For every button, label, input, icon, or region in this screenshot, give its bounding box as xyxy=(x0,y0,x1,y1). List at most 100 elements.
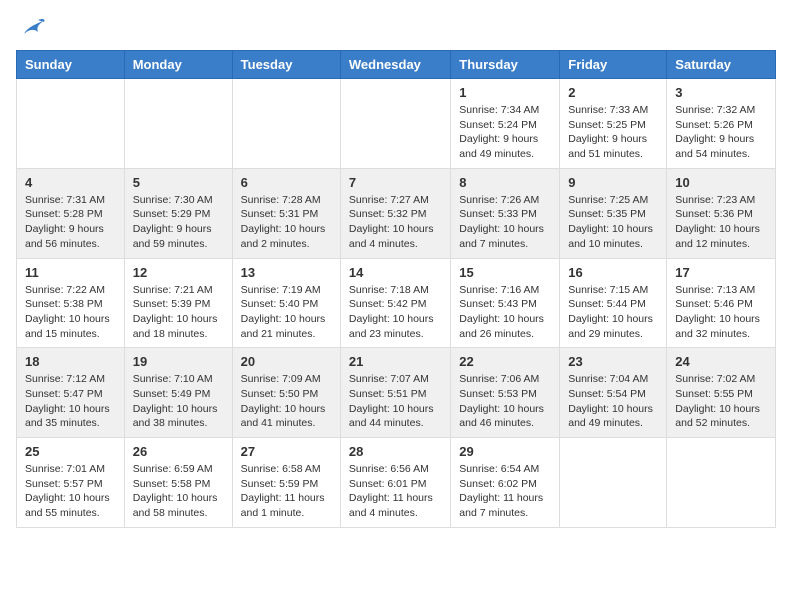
calendar-cell xyxy=(340,79,450,169)
day-number: 5 xyxy=(133,175,224,190)
weekday-header-sunday: Sunday xyxy=(17,51,125,79)
day-number: 26 xyxy=(133,444,224,459)
calendar-cell xyxy=(667,438,776,528)
day-info: Sunrise: 6:59 AM Sunset: 5:58 PM Dayligh… xyxy=(133,462,224,521)
weekday-header-wednesday: Wednesday xyxy=(340,51,450,79)
day-info: Sunrise: 7:12 AM Sunset: 5:47 PM Dayligh… xyxy=(25,372,116,431)
day-info: Sunrise: 7:18 AM Sunset: 5:42 PM Dayligh… xyxy=(349,283,442,342)
day-number: 4 xyxy=(25,175,116,190)
calendar-cell: 18 Sunrise: 7:12 AM Sunset: 5:47 PM Dayli… xyxy=(17,348,125,438)
calendar-cell: 13 Sunrise: 7:19 AM Sunset: 5:40 PM Dayli… xyxy=(232,258,340,348)
calendar-cell xyxy=(232,79,340,169)
weekday-header-thursday: Thursday xyxy=(451,51,560,79)
calendar-cell xyxy=(560,438,667,528)
calendar-cell: 22 Sunrise: 7:06 AM Sunset: 5:53 PM Dayli… xyxy=(451,348,560,438)
day-number: 7 xyxy=(349,175,442,190)
day-info: Sunrise: 7:28 AM Sunset: 5:31 PM Dayligh… xyxy=(241,193,332,252)
day-number: 11 xyxy=(25,265,116,280)
day-number: 21 xyxy=(349,354,442,369)
day-info: Sunrise: 7:19 AM Sunset: 5:40 PM Dayligh… xyxy=(241,283,332,342)
day-info: Sunrise: 6:58 AM Sunset: 5:59 PM Dayligh… xyxy=(241,462,332,521)
day-info: Sunrise: 7:25 AM Sunset: 5:35 PM Dayligh… xyxy=(568,193,658,252)
day-number: 18 xyxy=(25,354,116,369)
weekday-header-friday: Friday xyxy=(560,51,667,79)
day-number: 22 xyxy=(459,354,551,369)
calendar-cell xyxy=(124,79,232,169)
day-info: Sunrise: 7:27 AM Sunset: 5:32 PM Dayligh… xyxy=(349,193,442,252)
calendar-cell: 11 Sunrise: 7:22 AM Sunset: 5:38 PM Dayli… xyxy=(17,258,125,348)
day-info: Sunrise: 7:22 AM Sunset: 5:38 PM Dayligh… xyxy=(25,283,116,342)
calendar-cell: 9 Sunrise: 7:25 AM Sunset: 5:35 PM Daylig… xyxy=(560,168,667,258)
calendar-cell: 6 Sunrise: 7:28 AM Sunset: 5:31 PM Daylig… xyxy=(232,168,340,258)
day-number: 12 xyxy=(133,265,224,280)
calendar-week-5: 25 Sunrise: 7:01 AM Sunset: 5:57 PM Dayli… xyxy=(17,438,776,528)
day-info: Sunrise: 7:32 AM Sunset: 5:26 PM Dayligh… xyxy=(675,103,767,162)
calendar-cell: 5 Sunrise: 7:30 AM Sunset: 5:29 PM Daylig… xyxy=(124,168,232,258)
day-number: 10 xyxy=(675,175,767,190)
day-number: 19 xyxy=(133,354,224,369)
day-info: Sunrise: 7:33 AM Sunset: 5:25 PM Dayligh… xyxy=(568,103,658,162)
calendar-cell: 14 Sunrise: 7:18 AM Sunset: 5:42 PM Dayli… xyxy=(340,258,450,348)
calendar-cell: 25 Sunrise: 7:01 AM Sunset: 5:57 PM Dayli… xyxy=(17,438,125,528)
calendar-cell: 8 Sunrise: 7:26 AM Sunset: 5:33 PM Daylig… xyxy=(451,168,560,258)
day-info: Sunrise: 7:09 AM Sunset: 5:50 PM Dayligh… xyxy=(241,372,332,431)
calendar-cell: 26 Sunrise: 6:59 AM Sunset: 5:58 PM Dayli… xyxy=(124,438,232,528)
calendar-cell: 27Sunrise: 6:58 AM Sunset: 5:59 PM Dayli… xyxy=(232,438,340,528)
day-info: Sunrise: 7:15 AM Sunset: 5:44 PM Dayligh… xyxy=(568,283,658,342)
day-info: Sunrise: 7:34 AM Sunset: 5:24 PM Dayligh… xyxy=(459,103,551,162)
day-number: 14 xyxy=(349,265,442,280)
calendar-cell: 3 Sunrise: 7:32 AM Sunset: 5:26 PM Daylig… xyxy=(667,79,776,169)
day-number: 16 xyxy=(568,265,658,280)
weekday-header-row: SundayMondayTuesdayWednesdayThursdayFrid… xyxy=(17,51,776,79)
day-number: 3 xyxy=(675,85,767,100)
calendar-cell xyxy=(17,79,125,169)
calendar-cell: 19 Sunrise: 7:10 AM Sunset: 5:49 PM Dayli… xyxy=(124,348,232,438)
day-info: Sunrise: 7:01 AM Sunset: 5:57 PM Dayligh… xyxy=(25,462,116,521)
calendar-cell: 28 Sunrise: 6:56 AM Sunset: 6:01 PM Dayli… xyxy=(340,438,450,528)
logo-bird-icon xyxy=(18,16,46,38)
day-number: 8 xyxy=(459,175,551,190)
day-info: Sunrise: 7:23 AM Sunset: 5:36 PM Dayligh… xyxy=(675,193,767,252)
page-header xyxy=(16,16,776,38)
day-number: 1 xyxy=(459,85,551,100)
calendar-cell: 23Sunrise: 7:04 AM Sunset: 5:54 PM Dayli… xyxy=(560,348,667,438)
day-info: Sunrise: 7:10 AM Sunset: 5:49 PM Dayligh… xyxy=(133,372,224,431)
calendar-week-4: 18 Sunrise: 7:12 AM Sunset: 5:47 PM Dayli… xyxy=(17,348,776,438)
calendar-table: SundayMondayTuesdayWednesdayThursdayFrid… xyxy=(16,50,776,528)
calendar-week-2: 4 Sunrise: 7:31 AM Sunset: 5:28 PM Daylig… xyxy=(17,168,776,258)
day-info: Sunrise: 7:16 AM Sunset: 5:43 PM Dayligh… xyxy=(459,283,551,342)
day-number: 9 xyxy=(568,175,658,190)
calendar-cell: 15 Sunrise: 7:16 AM Sunset: 5:43 PM Dayli… xyxy=(451,258,560,348)
calendar-cell: 17Sunrise: 7:13 AM Sunset: 5:46 PM Dayli… xyxy=(667,258,776,348)
calendar-cell: 4 Sunrise: 7:31 AM Sunset: 5:28 PM Daylig… xyxy=(17,168,125,258)
weekday-header-tuesday: Tuesday xyxy=(232,51,340,79)
day-number: 2 xyxy=(568,85,658,100)
day-number: 6 xyxy=(241,175,332,190)
day-info: Sunrise: 7:06 AM Sunset: 5:53 PM Dayligh… xyxy=(459,372,551,431)
calendar-cell: 16 Sunrise: 7:15 AM Sunset: 5:44 PM Dayli… xyxy=(560,258,667,348)
calendar-cell: 20 Sunrise: 7:09 AM Sunset: 5:50 PM Dayli… xyxy=(232,348,340,438)
logo xyxy=(16,16,46,38)
day-info: Sunrise: 7:31 AM Sunset: 5:28 PM Dayligh… xyxy=(25,193,116,252)
day-number: 15 xyxy=(459,265,551,280)
day-number: 17 xyxy=(675,265,767,280)
day-info: Sunrise: 7:26 AM Sunset: 5:33 PM Dayligh… xyxy=(459,193,551,252)
day-info: Sunrise: 7:02 AM Sunset: 5:55 PM Dayligh… xyxy=(675,372,767,431)
calendar-cell: 1 Sunrise: 7:34 AM Sunset: 5:24 PM Daylig… xyxy=(451,79,560,169)
calendar-cell: 29Sunrise: 6:54 AM Sunset: 6:02 PM Dayli… xyxy=(451,438,560,528)
day-number: 23 xyxy=(568,354,658,369)
day-info: Sunrise: 6:56 AM Sunset: 6:01 PM Dayligh… xyxy=(349,462,442,521)
day-number: 20 xyxy=(241,354,332,369)
calendar-cell: 24 Sunrise: 7:02 AM Sunset: 5:55 PM Dayli… xyxy=(667,348,776,438)
day-info: Sunrise: 6:54 AM Sunset: 6:02 PM Dayligh… xyxy=(459,462,551,521)
day-number: 28 xyxy=(349,444,442,459)
calendar-week-1: 1 Sunrise: 7:34 AM Sunset: 5:24 PM Daylig… xyxy=(17,79,776,169)
day-number: 13 xyxy=(241,265,332,280)
calendar-cell: 2 Sunrise: 7:33 AM Sunset: 5:25 PM Daylig… xyxy=(560,79,667,169)
calendar-cell: 10 Sunrise: 7:23 AM Sunset: 5:36 PM Dayli… xyxy=(667,168,776,258)
day-info: Sunrise: 7:30 AM Sunset: 5:29 PM Dayligh… xyxy=(133,193,224,252)
calendar-cell: 12Sunrise: 7:21 AM Sunset: 5:39 PM Dayli… xyxy=(124,258,232,348)
weekday-header-monday: Monday xyxy=(124,51,232,79)
day-number: 25 xyxy=(25,444,116,459)
day-number: 24 xyxy=(675,354,767,369)
